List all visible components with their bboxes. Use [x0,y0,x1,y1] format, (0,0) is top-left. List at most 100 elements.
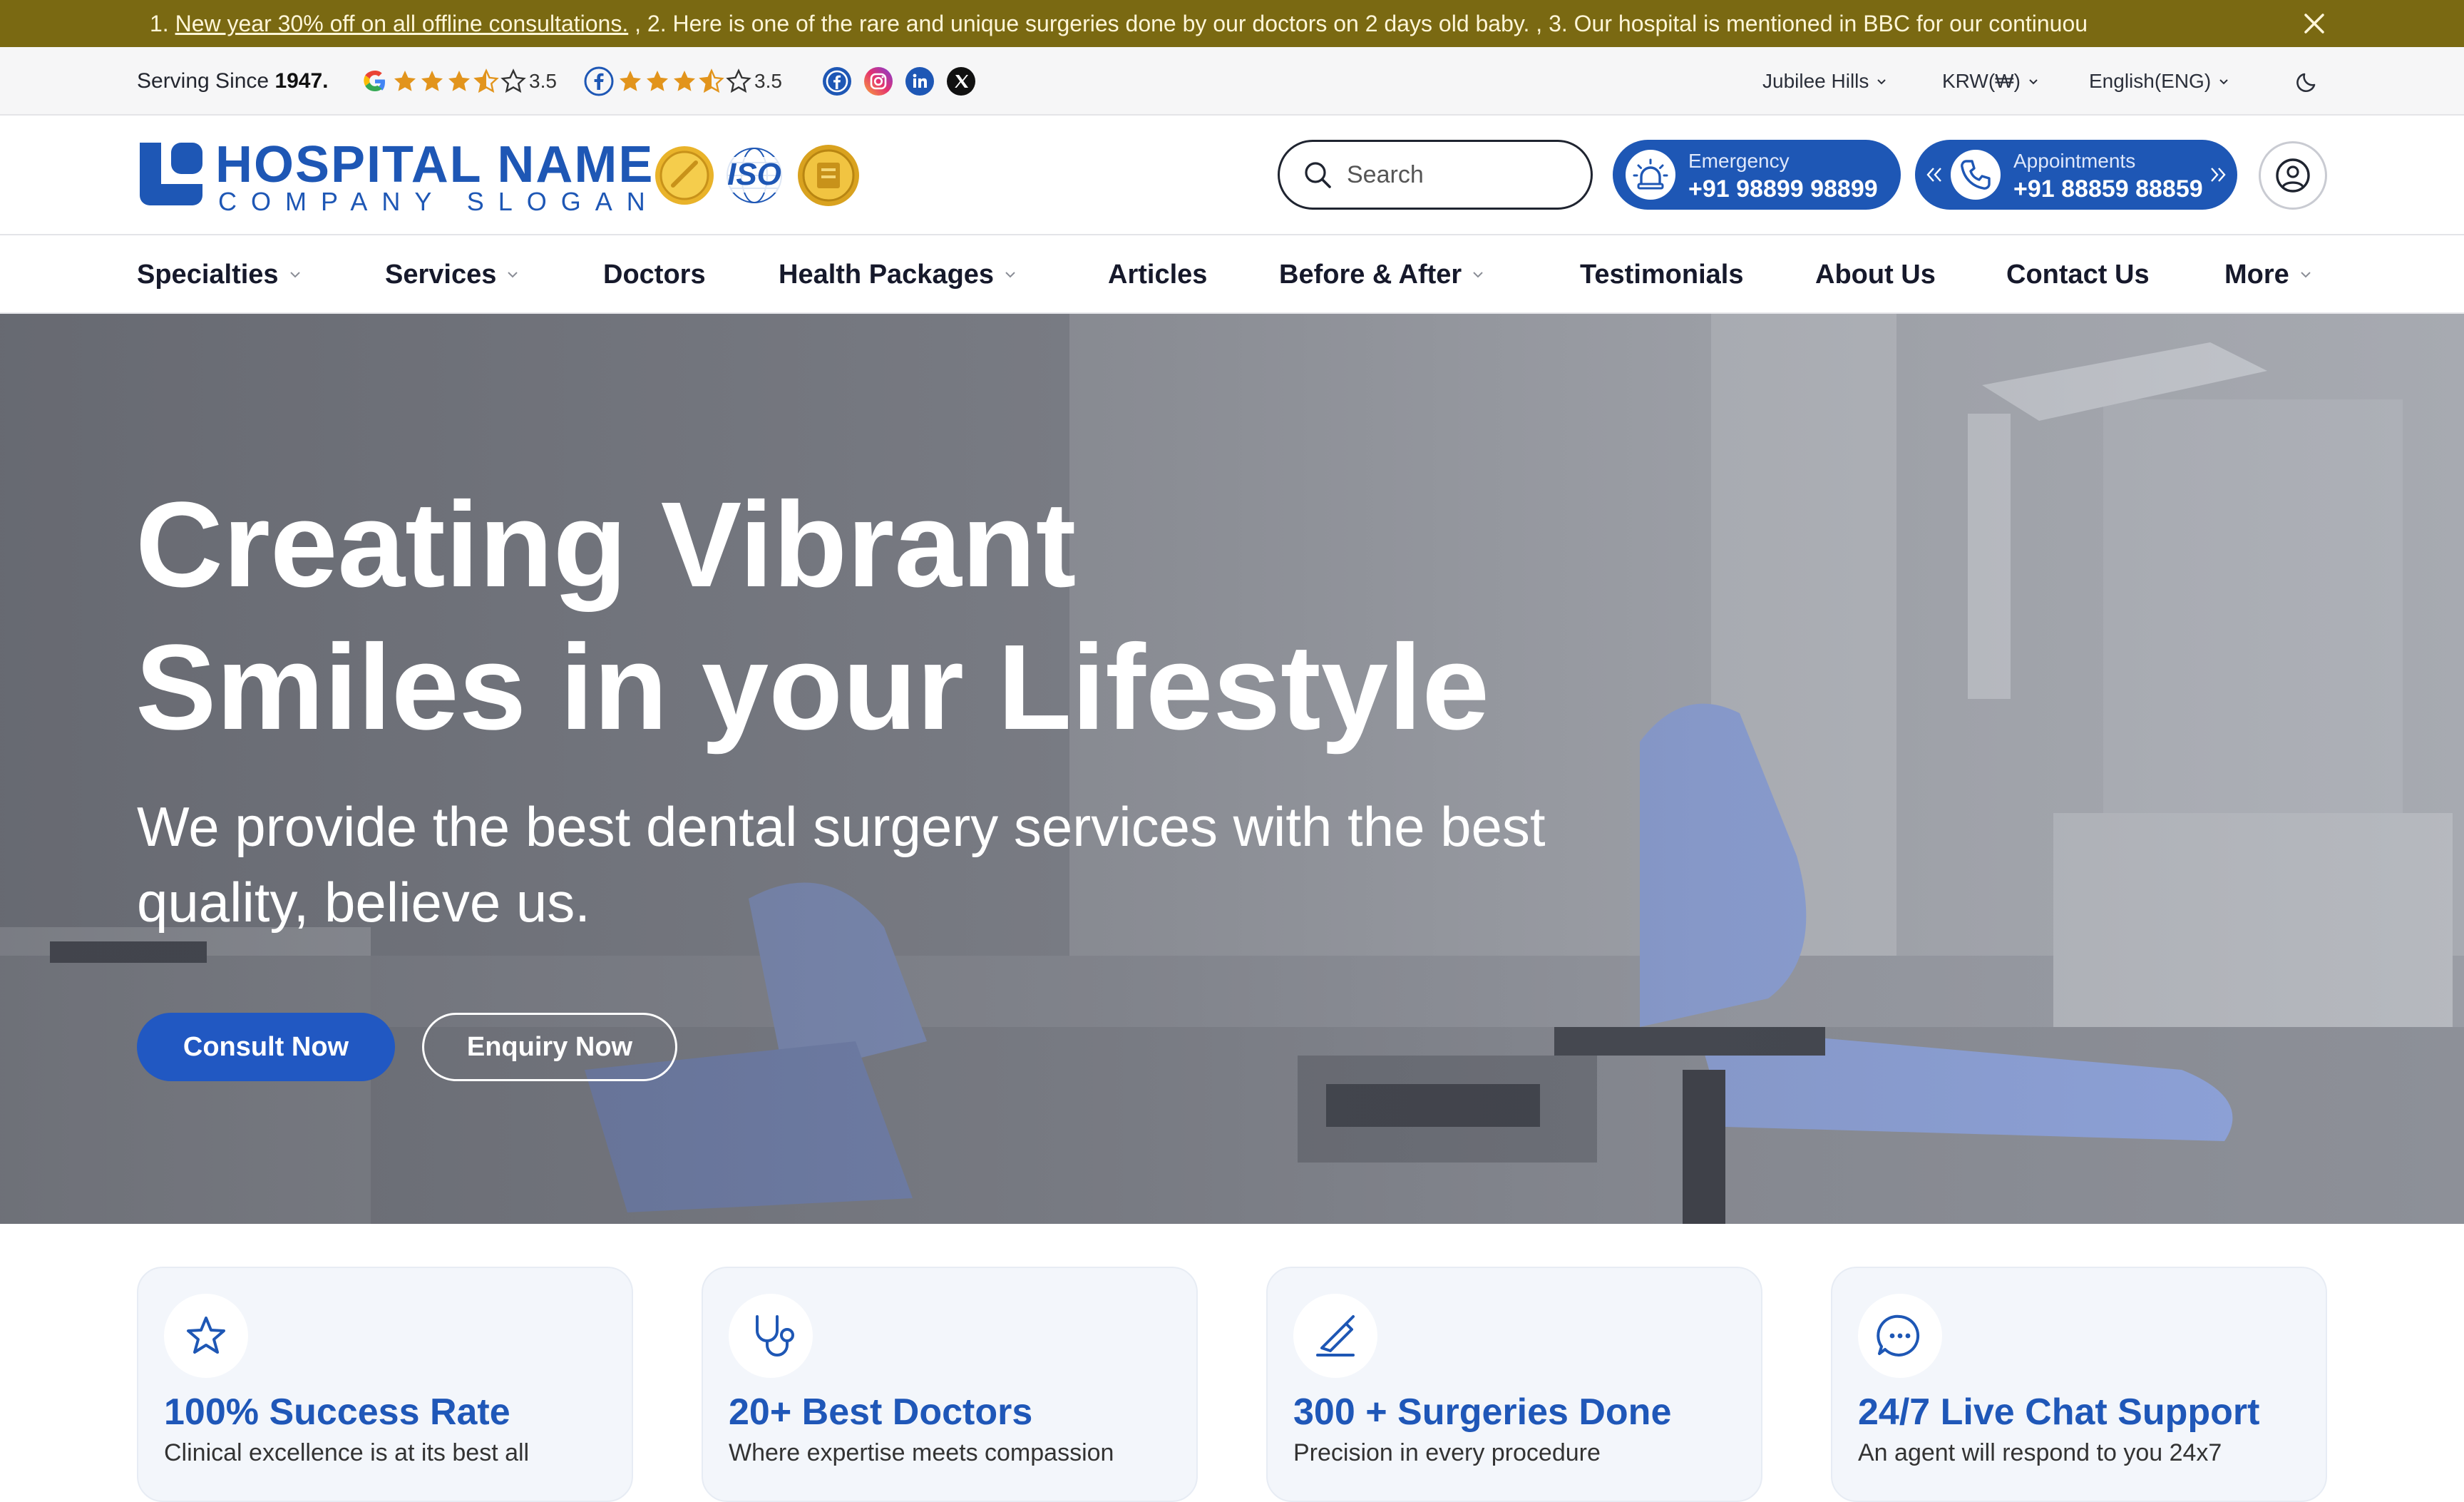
gold-seal-badge-icon [655,146,714,205]
feature-title: 300 + Surgeries Done [1293,1391,1672,1433]
nav-label: About Us [1815,260,1936,290]
chevron-down-icon [2219,79,2228,85]
hero-overlay [0,314,2464,1224]
feature-description: An agent will respond to you 24x7 [1858,1439,2222,1466]
currency-dropdown[interactable]: KRW(₩) [1942,47,2039,116]
appointments-label: Appointments [2013,150,2136,172]
star-empty-icon [500,68,526,93]
announcement-text: 1. New year 30% off on all offline consu… [150,0,2260,47]
star-empty-icon [726,68,751,93]
nav-label: Testimonials [1580,260,1744,290]
linkedin-icon[interactable] [904,66,935,97]
nav-item-about-us[interactable]: About Us [1815,235,1936,314]
consult-now-button[interactable]: Consult Now [137,1013,395,1081]
facebook-social-icon[interactable] [821,66,853,97]
instagram-icon[interactable] [863,66,894,97]
location-value: Jubilee Hills [1762,70,1869,92]
utility-bar: Serving Since 1947. 3.5 3.5 Jubilee Hill… [0,47,2464,116]
brand-slogan: COMPANY SLOGAN [218,187,659,216]
site-header: HOSPITAL NAME COMPANY SLOGAN ISO Search … [0,116,2464,235]
chevron-down-icon [1005,272,1015,278]
emergency-call-button[interactable]: Emergency +91 98899 98899 [1613,140,1901,210]
nav-item-health-packages[interactable]: Health Packages [779,235,1018,314]
close-icon[interactable] [2297,6,2331,41]
scalpel-icon [1316,1315,1355,1357]
feature-description: Clinical excellence is at its best all [164,1439,530,1466]
features-section: 100% Success Rate Clinical excellence is… [0,1224,2464,1502]
user-profile-button[interactable] [2259,141,2327,210]
appointments-call-button[interactable]: Appointments +91 88859 88859 [1915,140,2237,210]
nav-label: Articles [1108,260,1208,290]
feature-description: Where expertise meets compassion [729,1439,1114,1466]
star-filled-icon [620,71,641,91]
phone-icon [1961,160,1991,190]
nav-label: More [2224,260,2289,290]
enquiry-now-button[interactable]: Enquiry Now [422,1013,677,1081]
announcement-rest: , 2. Here is one of the rare and unique … [628,11,2088,36]
facebook-rating[interactable]: 3.5 [583,66,782,97]
hero-banner: Creating Vibrant Smiles in your Lifestyl… [0,314,2464,1224]
star-filled-icon [674,71,695,91]
emergency-icon-badge [1626,150,1675,200]
search-box[interactable] [1278,140,1593,210]
language-value: English(ENG) [2089,70,2212,92]
appointments-icon-badge [1951,150,2001,200]
emergency-number: +91 98899 98899 [1688,175,1878,203]
chevron-down-icon [2301,272,2311,278]
nav-label: Before & After [1279,260,1462,290]
facebook-stars [617,68,751,94]
nav-item-services[interactable]: Services [385,235,520,314]
double-chevron-right-icon [2211,168,2226,182]
nav-label: Specialties [137,260,279,290]
chat-icon [1877,1314,1920,1357]
user-account-icon [2276,158,2310,193]
double-chevron-left-icon [1926,168,1941,182]
announcement-prefix: 1. [150,11,175,36]
hero-subtitle: We provide the best dental surgery servi… [137,795,1546,934]
feature-card-success-rate: 100% Success Rate Clinical excellence is… [137,1267,633,1502]
nav-item-specialties[interactable]: Specialties [137,235,303,314]
appointments-number: +91 88859 88859 [2013,175,2203,203]
star-filled-icon [448,71,470,91]
nav-item-before-after[interactable]: Before & After [1279,235,1486,314]
nav-item-testimonials[interactable]: Testimonials [1580,235,1743,314]
hero-title-line-2: Smiles in your Lifestyle [135,620,1489,755]
star-filled-icon [421,71,443,91]
google-icon [364,71,385,91]
chevron-down-icon [2029,79,2038,85]
feature-icon-badge [164,1294,248,1378]
location-dropdown[interactable]: Jubilee Hills [1762,47,1887,116]
announcement-link[interactable]: New year 30% off on all offline consulta… [175,11,629,36]
feature-title: 100% Success Rate [164,1391,510,1433]
nav-item-articles[interactable]: Articles [1108,235,1207,314]
nav-item-doctors[interactable]: Doctors [603,235,706,314]
google-rating-value: 3.5 [529,70,557,92]
iso-badge-text: ISO [723,157,786,193]
feature-title: 20+ Best Doctors [729,1391,1033,1433]
gold-award-badge-icon [798,145,859,206]
x-twitter-icon[interactable] [945,66,977,97]
siren-icon [1633,158,1668,190]
currency-value: KRW(₩) [1942,70,2021,92]
star-half-icon [473,68,499,93]
google-rating[interactable]: 3.5 [361,66,557,97]
feature-card-surgeries: 300 + Surgeries Done Precision in every … [1266,1267,1762,1502]
chevron-down-icon [289,272,300,278]
main-navigation: Specialties Services Doctors Health Pack… [0,235,2464,314]
feature-card-best-doctors: 20+ Best Doctors Where expertise meets c… [702,1267,1198,1502]
hero-title: Creating Vibrant Smiles in your Lifestyl… [135,474,1704,759]
facebook-rating-value: 3.5 [754,70,782,92]
feature-card-live-chat: 24/7 Live Chat Support An agent will res… [1831,1267,2327,1502]
language-dropdown[interactable]: English(ENG) [2089,47,2229,116]
feature-icon-badge [729,1294,813,1378]
stethoscope-icon [756,1315,794,1357]
dark-mode-moon-icon[interactable] [2293,67,2321,96]
search-input[interactable] [1345,160,1559,190]
announcement-bar: 1. New year 30% off on all offline consu… [0,0,2464,47]
nav-item-contact-us[interactable]: Contact Us [2006,235,2150,314]
nav-item-more[interactable]: More [2224,235,2314,314]
brand-name[interactable]: HOSPITAL NAME [215,136,654,194]
serving-year: 1947. [274,69,329,93]
hospital-logo-icon[interactable] [137,140,205,208]
serving-label: Serving Since [137,69,275,93]
